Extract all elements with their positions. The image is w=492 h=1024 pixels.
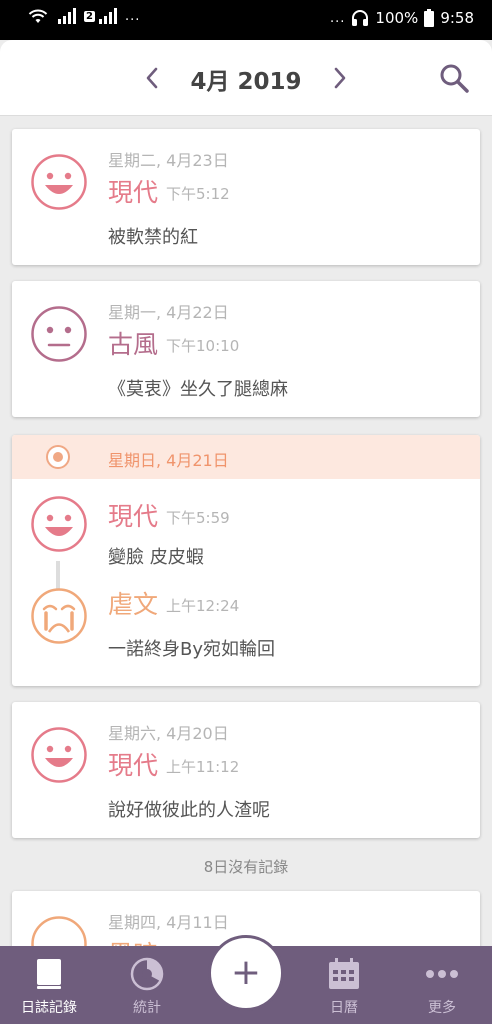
entry-mood-label: 古風: [108, 330, 159, 359]
pie-chart-icon: [130, 957, 164, 991]
nav-calendar[interactable]: 日曆: [299, 946, 389, 1024]
crying-face-icon: [31, 588, 87, 644]
month-title[interactable]: 4月 2019: [0, 62, 492, 96]
entry-mood-label: 現代: [108, 502, 159, 531]
nav-journal-label: 日誌記錄: [21, 1000, 77, 1016]
status-more: ...: [330, 10, 346, 26]
calendar-icon: [329, 958, 359, 989]
search-icon: [440, 64, 469, 93]
book-icon: [37, 959, 61, 989]
entry-time: 下午5:12: [166, 185, 230, 203]
entry-card[interactable]: 星期一, 4月22日 古風 下午10:10 《莫衷》坐久了腿總麻: [12, 281, 480, 417]
entry-time: 下午10:10: [166, 337, 240, 355]
entry-card[interactable]: 星期二, 4月23日 現代 下午5:12 被軟禁的紅: [12, 129, 480, 265]
entry-time: 上午11:12: [166, 758, 240, 776]
entry-text: 《莫衷》坐久了腿總麻: [108, 379, 288, 400]
entry-date: 星期二, 4月23日: [108, 151, 229, 170]
nav-more[interactable]: 更多: [397, 946, 487, 1024]
happy-face-icon: [31, 154, 87, 210]
next-month-button[interactable]: [328, 64, 352, 92]
entry-item[interactable]: 現代 下午5:59 變臉 皮皮蝦: [12, 479, 480, 579]
entry-card[interactable]: 星期六, 4月20日 現代 上午11:12 說好做彼此的人渣呢: [12, 702, 480, 838]
more-dots-icon: [426, 970, 458, 978]
notification-more: ...: [124, 8, 141, 24]
nav-stats[interactable]: 統計: [102, 946, 192, 1024]
battery-level: 100%: [375, 9, 419, 27]
entry-text: 說好做彼此的人渣呢: [108, 800, 270, 821]
entry-mood: 古風 下午10:10: [108, 325, 239, 361]
nav-calendar-label: 日曆: [330, 1000, 358, 1016]
signal-icon: [58, 8, 76, 24]
day-group-header: 星期日, 4月21日: [12, 435, 480, 479]
neutral-face-icon: [31, 306, 87, 362]
sim-badge: 2: [84, 8, 117, 24]
entry-date: 星期四, 4月11日: [108, 913, 229, 932]
headphones-icon: [352, 10, 369, 26]
entry-mood: 現代 下午5:12: [108, 173, 230, 209]
battery-icon: [424, 9, 435, 27]
day-group-label: 星期日, 4月21日: [108, 451, 229, 470]
entry-date: 星期六, 4月20日: [108, 724, 229, 743]
nav-more-label: 更多: [428, 1000, 456, 1016]
entry-item[interactable]: 星期六, 4月20日 現代 上午11:12 說好做彼此的人渣呢: [12, 702, 480, 821]
entry-list[interactable]: 星期二, 4月23日 現代 下午5:12 被軟禁的紅 星期一, 4月22日 古風下…: [0, 117, 492, 947]
entry-item[interactable]: 星期一, 4月22日 古風 下午10:10 《莫衷》坐久了腿總麻: [12, 281, 480, 400]
wifi-icon: [28, 9, 48, 23]
search-button[interactable]: [438, 62, 470, 94]
entry-text: 變臉 皮皮蝦: [108, 547, 204, 568]
entry-text: 被軟禁的紅: [108, 227, 198, 248]
nav-stats-label: 統計: [133, 1000, 161, 1016]
happy-face-icon: [31, 496, 87, 552]
entry-time: 上午12:24: [166, 597, 240, 615]
day-group-card[interactable]: 星期日, 4月21日 現代 下午5:59 變臉 皮皮蝦 虐文 上午12:24 一諾終…: [12, 435, 480, 686]
entry-mood: 現代 下午5:59: [108, 497, 230, 533]
month-header: 4月 2019: [0, 40, 492, 116]
status-bar: 2 ... ... 100% 9:58: [0, 0, 492, 40]
dark-face-icon: [31, 916, 87, 947]
no-record-note: 8日沒有記錄: [203, 858, 289, 876]
selected-day-icon: [46, 445, 70, 469]
entry-item[interactable]: 虐文 上午12:24 一諾終身By宛如輪回: [12, 579, 480, 686]
entry-item[interactable]: 星期二, 4月23日 現代 下午5:12 被軟禁的紅: [12, 129, 480, 248]
entry-text: 一諾終身By宛如輪回: [108, 639, 276, 660]
entry-mood-label: 現代: [108, 751, 159, 780]
entry-mood-label: 現代: [108, 178, 159, 207]
entry-mood: 現代 上午11:12: [108, 746, 239, 782]
chevron-right-icon: [334, 67, 346, 89]
entry-mood-label: 虐文: [108, 590, 159, 619]
plus-icon: +: [230, 952, 262, 993]
entry-time: 下午5:59: [166, 509, 230, 527]
nav-journal[interactable]: 日誌記錄: [4, 946, 94, 1024]
add-entry-button[interactable]: +: [208, 935, 284, 1011]
entry-date: 星期一, 4月22日: [108, 303, 229, 322]
clock: 9:58: [440, 9, 474, 27]
happy-face-icon: [31, 727, 87, 783]
entry-mood: 虐文 上午12:24: [108, 585, 239, 621]
signal-icon-2: [98, 8, 117, 24]
